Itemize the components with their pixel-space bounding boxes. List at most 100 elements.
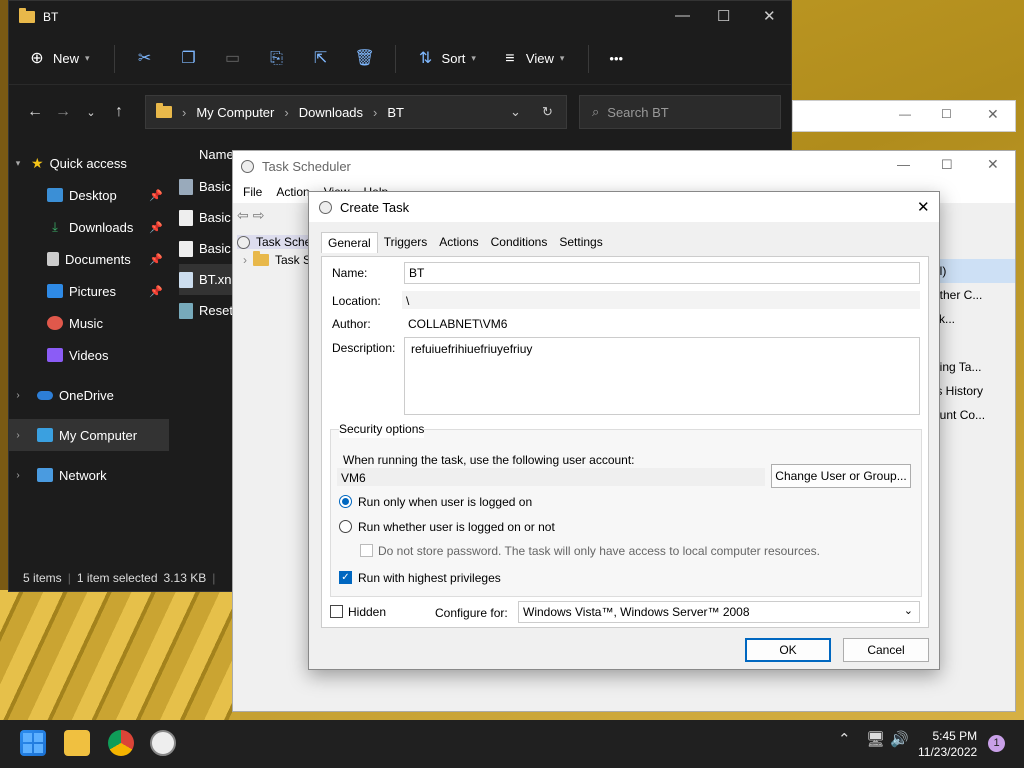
- menu-file[interactable]: File: [243, 185, 262, 199]
- action-item[interactable]: sk...: [929, 307, 1015, 331]
- clock-date: 11/23/2022: [918, 745, 978, 759]
- forward-icon[interactable]: ⇨: [253, 207, 265, 224]
- action-item[interactable]: [929, 331, 1015, 355]
- actions-pane: al) other C... sk... ning Ta... ts Histo…: [929, 259, 1015, 427]
- sort-button[interactable]: ⇅ Sort ▾: [416, 49, 476, 69]
- change-user-button[interactable]: Change User or Group...: [771, 464, 911, 488]
- tab-settings[interactable]: Settings: [553, 232, 608, 253]
- name-input[interactable]: BT: [404, 262, 920, 284]
- close-icon[interactable]: ✕: [763, 7, 776, 25]
- tab-actions[interactable]: Actions: [433, 232, 484, 253]
- share-icon[interactable]: ⇱: [311, 49, 331, 69]
- chevron-up-icon[interactable]: ⌃: [838, 730, 851, 748]
- nav-music[interactable]: Music: [9, 307, 169, 339]
- close-icon[interactable]: ✕: [987, 156, 999, 173]
- expand-icon[interactable]: ›: [9, 470, 27, 481]
- minimize-icon[interactable]: —: [897, 157, 910, 172]
- paste-icon[interactable]: ▭: [223, 49, 243, 69]
- forward-icon[interactable]: →: [49, 103, 77, 121]
- radio-logged-on-label[interactable]: Run only when user is logged on: [358, 495, 532, 509]
- minimize-icon[interactable]: —: [675, 7, 690, 24]
- highest-privileges-checkbox[interactable]: ✓: [339, 571, 352, 584]
- close-icon[interactable]: ✕: [917, 198, 930, 216]
- chevron-right-icon: ›: [284, 104, 289, 120]
- maximize-icon[interactable]: ☐: [717, 7, 730, 25]
- clock-icon: [237, 235, 250, 249]
- expand-icon[interactable]: ›: [9, 430, 27, 441]
- breadcrumb-bt[interactable]: BT: [387, 105, 404, 120]
- delete-icon[interactable]: 🗑: [355, 49, 375, 69]
- minimize-icon[interactable]: —: [899, 107, 911, 121]
- back-icon[interactable]: ⇦: [237, 207, 249, 224]
- rename-icon[interactable]: ⎘: [267, 49, 287, 69]
- action-item[interactable]: ount Co...: [929, 403, 1015, 427]
- expand-icon[interactable]: ▾: [9, 158, 27, 169]
- back-icon[interactable]: ←: [21, 103, 49, 121]
- nav-quick-access[interactable]: ▾ ★ Quick access: [9, 147, 169, 179]
- new-button[interactable]: ⊕ New ▾: [27, 49, 89, 69]
- recent-locations-icon[interactable]: ⌄: [77, 106, 105, 119]
- chevron-right-icon: ›: [373, 104, 378, 120]
- expand-icon[interactable]: ›: [9, 390, 27, 401]
- radio-whether[interactable]: [339, 520, 352, 533]
- file-name: BT.xn: [199, 272, 232, 287]
- configure-select[interactable]: Windows Vista™, Windows Server™ 2008 ⌄: [518, 601, 920, 623]
- file-explorer-taskbar-icon[interactable]: [64, 730, 90, 756]
- close-icon[interactable]: ✕: [987, 106, 999, 123]
- maximize-icon[interactable]: ☐: [941, 157, 953, 173]
- chevron-down-icon[interactable]: ⌄: [510, 104, 521, 120]
- tree-label: Task Sche: [256, 235, 312, 249]
- action-item[interactable]: ts History: [929, 379, 1015, 403]
- highest-privileges-label[interactable]: Run with highest privileges: [358, 571, 501, 585]
- action-item[interactable]: ning Ta...: [929, 355, 1015, 379]
- more-options-button[interactable]: •••: [609, 51, 623, 66]
- ok-button[interactable]: OK: [745, 638, 831, 662]
- nav-downloads[interactable]: ⤓ Downloads 📌: [9, 211, 169, 243]
- pin-icon: 📌: [149, 221, 163, 234]
- tab-general[interactable]: General: [321, 232, 378, 253]
- nav-pictures[interactable]: Pictures 📌: [9, 275, 169, 307]
- tree-item-root[interactable]: Task Sche: [237, 235, 312, 249]
- hidden-label[interactable]: Hidden: [348, 605, 386, 619]
- nav-desktop[interactable]: Desktop 📌: [9, 179, 169, 211]
- tab-conditions[interactable]: Conditions: [485, 232, 554, 253]
- copy-icon[interactable]: ❐: [179, 49, 199, 69]
- nav-mycomputer[interactable]: › My Computer: [9, 419, 169, 451]
- breadcrumb-downloads[interactable]: Downloads: [299, 105, 363, 120]
- hidden-checkbox[interactable]: [330, 605, 343, 618]
- cancel-button[interactable]: Cancel: [843, 638, 929, 662]
- chrome-taskbar-icon[interactable]: [108, 730, 134, 756]
- nav-documents[interactable]: Documents 📌: [9, 243, 169, 275]
- task-scheduler-taskbar-icon[interactable]: [150, 730, 176, 756]
- start-button[interactable]: [20, 730, 46, 756]
- download-icon: ⤓: [52, 219, 58, 234]
- up-icon[interactable]: ↑: [105, 103, 133, 121]
- cloud-icon: [37, 390, 53, 400]
- tree-item-library[interactable]: › Task S: [237, 251, 311, 267]
- address-bar[interactable]: › My Computer › Downloads › BT ⌄ ↻: [145, 95, 567, 129]
- cut-icon[interactable]: ✂: [135, 49, 155, 69]
- maximize-icon[interactable]: ☐: [941, 107, 952, 121]
- dont-store-checkbox[interactable]: [360, 544, 373, 557]
- description-textarea[interactable]: refuiuefrihiuefriuyefriuy: [404, 337, 920, 415]
- view-label: View: [525, 51, 554, 66]
- radio-whether-label[interactable]: Run whether user is logged on or not: [358, 520, 555, 534]
- clock[interactable]: 5:45 PM 11/23/2022: [918, 728, 977, 760]
- breadcrumb-mycomputer[interactable]: My Computer: [196, 105, 274, 120]
- nav-videos[interactable]: Videos: [9, 339, 169, 371]
- tab-triggers[interactable]: Triggers: [378, 232, 434, 253]
- expand-icon[interactable]: ›: [243, 253, 247, 267]
- nav-onedrive[interactable]: › OneDrive: [9, 379, 169, 411]
- network-icon[interactable]: 🖥: [866, 730, 885, 748]
- status-selected: 1 item selected: [76, 571, 158, 585]
- view-button[interactable]: ≡ View ▾: [500, 49, 564, 69]
- radio-logged-on[interactable]: [339, 495, 352, 508]
- notification-badge[interactable]: 1: [988, 735, 1005, 752]
- column-header-name[interactable]: Name: [199, 147, 234, 162]
- nav-network[interactable]: › Network: [9, 459, 169, 491]
- menu-action[interactable]: Action: [276, 185, 309, 199]
- search-input[interactable]: ⌕ Search BT: [579, 95, 781, 129]
- refresh-icon[interactable]: ↻: [542, 104, 553, 120]
- volume-icon[interactable]: 🔊: [890, 730, 909, 748]
- action-item[interactable]: other C...: [929, 283, 1015, 307]
